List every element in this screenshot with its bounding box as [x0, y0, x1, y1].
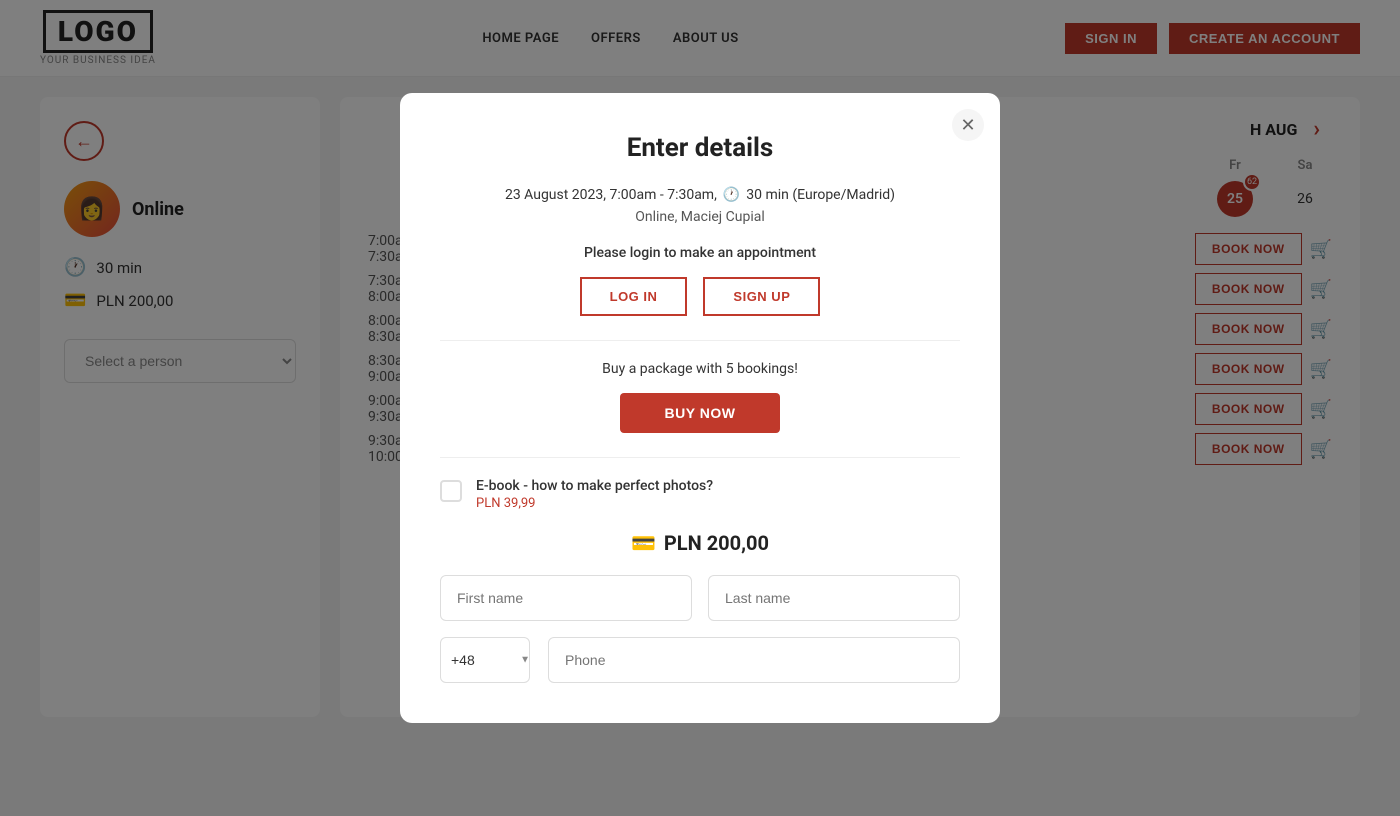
modal-date-text: 23 August 2023, 7:00am - 7:30am,: [505, 187, 717, 203]
modal-title: Enter details: [440, 133, 960, 163]
last-name-input[interactable]: [708, 575, 960, 621]
modal-duration: 30 min (Europe/Madrid): [746, 187, 895, 203]
modal-clock-icon: 🕐: [723, 187, 740, 203]
ebook-price: PLN 39,99: [476, 496, 713, 511]
first-name-input[interactable]: [440, 575, 692, 621]
modal-close-button[interactable]: ✕: [952, 109, 984, 141]
modal-location: Online, Maciej Cupial: [440, 209, 960, 225]
total-price: 💳 PLN 200,00: [440, 531, 960, 555]
package-offer: Buy a package with 5 bookings!: [440, 361, 960, 377]
phone-input[interactable]: [548, 637, 960, 683]
sign-up-button[interactable]: SIGN UP: [703, 277, 820, 316]
divider-2: [440, 457, 960, 458]
phone-row: +48 +1 +44 +33 +49: [440, 637, 960, 683]
ebook-title: E-book - how to make perfect photos?: [476, 478, 713, 494]
auth-buttons: LOG IN SIGN UP: [440, 277, 960, 316]
buy-now-button[interactable]: BUY NOW: [620, 393, 780, 433]
close-icon: ✕: [960, 115, 975, 136]
ebook-details: E-book - how to make perfect photos? PLN…: [476, 478, 713, 511]
price-card-icon: 💳: [631, 531, 656, 555]
modal-overlay[interactable]: ✕ Enter details 23 August 2023, 7:00am -…: [0, 0, 1400, 816]
name-form-row: [440, 575, 960, 621]
total-price-value: PLN 200,00: [664, 531, 769, 555]
phone-code-select[interactable]: +48 +1 +44 +33 +49: [440, 637, 530, 683]
modal: ✕ Enter details 23 August 2023, 7:00am -…: [400, 93, 1000, 723]
modal-date: 23 August 2023, 7:00am - 7:30am, 🕐 30 mi…: [440, 187, 960, 203]
divider: [440, 340, 960, 341]
login-prompt: Please login to make an appointment: [440, 245, 960, 261]
ebook-offer: E-book - how to make perfect photos? PLN…: [440, 478, 960, 511]
ebook-checkbox[interactable]: [440, 480, 462, 502]
log-in-button[interactable]: LOG IN: [580, 277, 688, 316]
phone-code-wrapper: +48 +1 +44 +33 +49: [440, 637, 540, 683]
